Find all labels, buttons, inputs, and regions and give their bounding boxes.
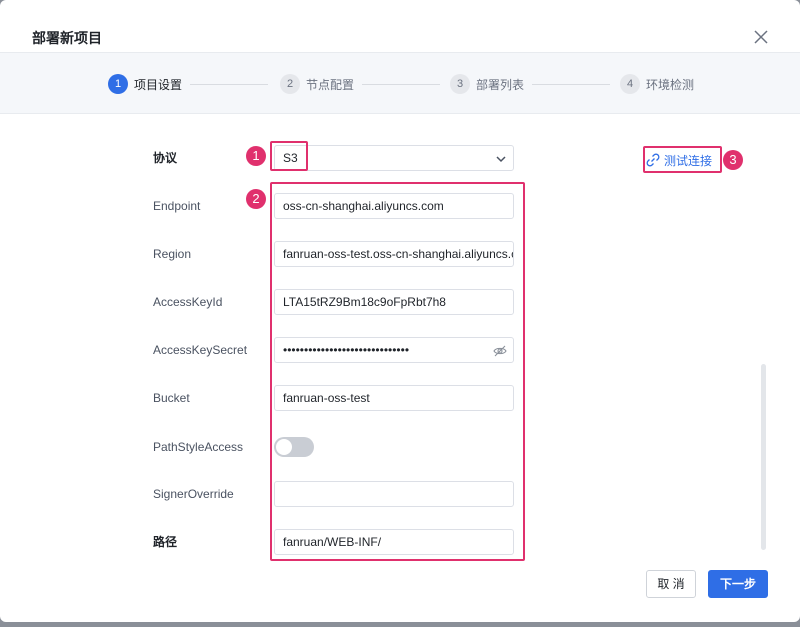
- step-label: 节点配置: [306, 77, 355, 92]
- signer-override-label: SignerOverride: [153, 487, 234, 501]
- step-label: 环境检测: [646, 77, 695, 92]
- step-node-config[interactable]: 2 节点配置: [280, 74, 354, 94]
- region-label: Region: [153, 247, 192, 261]
- step-deploy-list[interactable]: 3 部署列表: [450, 74, 524, 94]
- bucket-label: Bucket: [153, 391, 190, 405]
- endpoint-label: Endpoint: [153, 199, 201, 213]
- step-connector: [532, 84, 610, 85]
- step-env-check[interactable]: 4 环境检测: [620, 74, 694, 94]
- step-project-settings[interactable]: 1 项目设置: [108, 74, 182, 94]
- step-label: 部署列表: [476, 77, 525, 92]
- step-label: 项目设置: [134, 77, 183, 92]
- dialog-title: 部署新项目: [32, 30, 102, 46]
- annotation-badge-1: 1: [246, 146, 266, 166]
- chevron-down-icon: [496, 156, 506, 163]
- cancel-button[interactable]: 取 消: [646, 570, 696, 598]
- annotation-box-fields: [270, 182, 525, 561]
- step-connector: [362, 84, 440, 85]
- deploy-dialog: 部署新项目 1 项目设置 2 节点配置 3 部署列表 4 环境检测 协议 S3 …: [0, 0, 800, 622]
- annotation-badge-2: 2: [246, 189, 266, 209]
- step-number: 2: [280, 74, 300, 94]
- protocol-label: 协议: [153, 151, 178, 165]
- steps-bar: 1 项目设置 2 节点配置 3 部署列表 4 环境检测: [0, 52, 800, 114]
- next-button[interactable]: 下一步: [708, 570, 768, 598]
- dialog-header: 部署新项目: [0, 0, 800, 52]
- step-number: 1: [108, 74, 128, 94]
- access-key-secret-label: AccessKeySecret: [153, 343, 248, 357]
- annotation-box-protocol: [270, 141, 308, 171]
- step-connector: [190, 84, 268, 85]
- step-number: 4: [620, 74, 640, 94]
- path-style-access-label: PathStyleAccess: [153, 440, 244, 454]
- step-number: 3: [450, 74, 470, 94]
- annotation-badge-3: 3: [723, 150, 743, 170]
- protocol-select[interactable]: S3: [274, 145, 514, 171]
- path-label: 路径: [153, 535, 178, 549]
- access-key-id-label: AccessKeyId: [153, 295, 223, 309]
- close-icon[interactable]: [752, 28, 770, 46]
- annotation-box-test: [643, 146, 722, 173]
- scrollbar[interactable]: [761, 364, 766, 550]
